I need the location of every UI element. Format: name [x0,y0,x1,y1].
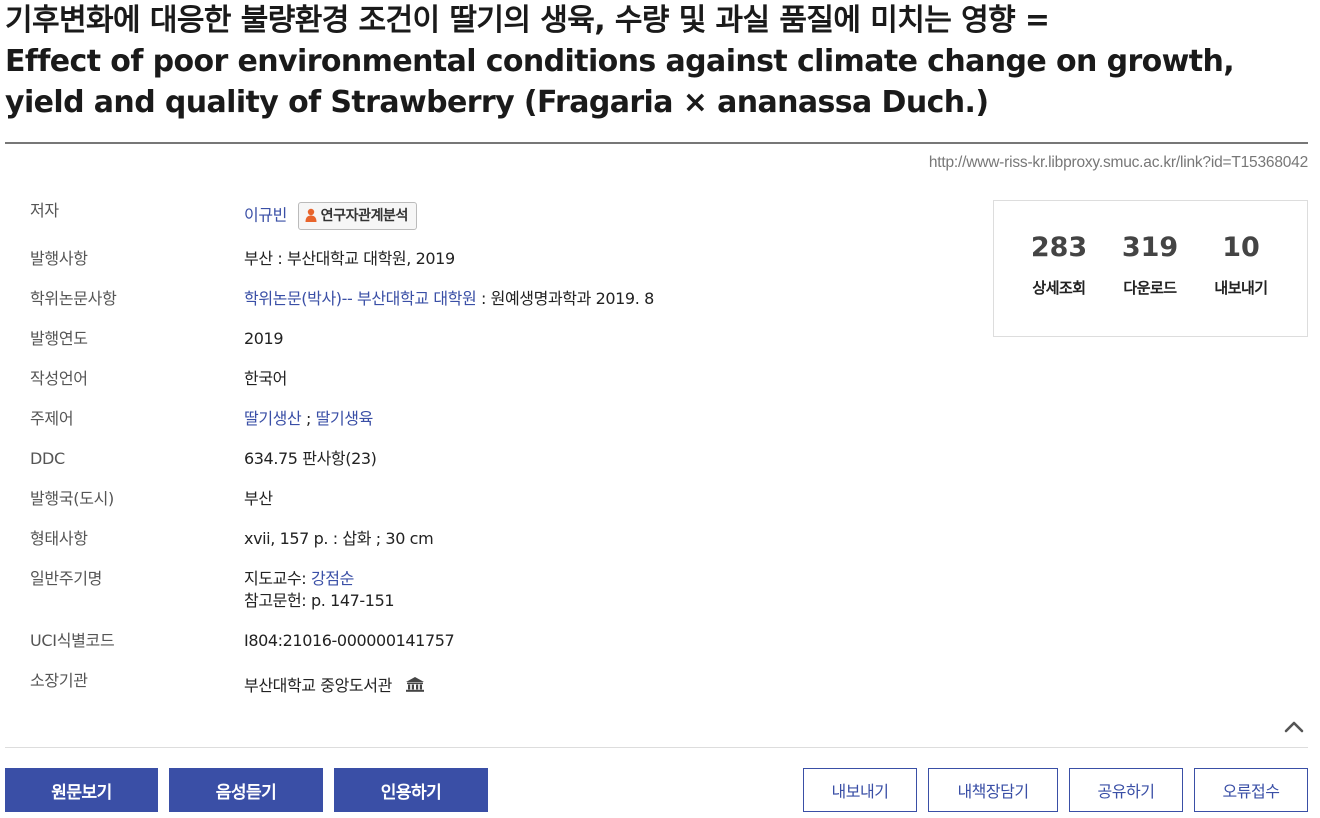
keyword-link[interactable]: 딸기생육 [316,409,374,428]
researcher-analysis-button[interactable]: 연구자관계분석 [297,202,418,230]
badge-label: 연구자관계분석 [320,208,409,224]
meta-label: DDC [30,449,65,468]
degree-link[interactable]: 학위논문(박사)-- 부산대학교 대학원 [244,289,477,308]
title-divider [5,142,1308,144]
page-title: 기후변화에 대응한 불량환경 조건이 딸기의 생육, 수량 및 과실 품질에 미… [5,0,1235,123]
keyword-link[interactable]: 딸기생산 [244,409,302,428]
add-to-bookshelf-button[interactable]: 내책장담기 [928,768,1058,812]
references-note: 참고문헌: p. 147-151 [244,591,395,610]
advisor-prefix: 지도교수: [244,569,311,588]
title-line-english-2: yield and quality of Strawberry (Fragari… [5,85,989,120]
meta-label: UCI식별코드 [30,631,115,650]
stat-downloads: 319 다운로드 [1104,231,1196,298]
meta-value: 부산 [244,489,273,508]
person-icon [305,208,317,222]
title-line-korean: 기후변화에 대응한 불량환경 조건이 딸기의 생육, 수량 및 과실 품질에 미… [5,3,1050,38]
library-building-icon[interactable] [405,676,425,692]
stat-value: 319 [1121,232,1179,263]
advisor-link[interactable]: 강점순 [311,569,354,588]
meta-value: 2019 [244,329,284,348]
meta-label: 소장기관 [30,671,88,690]
title-line-english-1: Effect of poor environmental conditions … [5,44,1235,79]
stat-label: 내보내기 [1214,279,1268,297]
stat-value: 283 [1030,232,1088,263]
stat-views: 283 상세조회 [1013,231,1105,298]
stat-label: 다운로드 [1123,279,1177,297]
cite-button[interactable]: 인용하기 [334,768,488,812]
stat-exports: 10 내보내기 [1195,231,1287,298]
actions-divider [5,747,1308,748]
report-error-button[interactable]: 오류접수 [1194,768,1308,812]
meta-label: 작성언어 [30,369,88,388]
meta-label: 형태사항 [30,529,88,548]
meta-value: I804:21016-000000141757 [244,631,455,650]
listen-button[interactable]: 음성듣기 [169,768,323,812]
permalink-url[interactable]: http://www-riss-kr.libproxy.smuc.ac.kr/l… [929,154,1308,172]
stat-value: 10 [1222,232,1260,263]
chevron-up-icon[interactable] [1283,716,1305,736]
share-button[interactable]: 공유하기 [1069,768,1183,812]
meta-value: 한국어 [244,369,287,388]
meta-value: xvii, 157 p. : 삽화 ; 30 cm [244,529,434,548]
meta-value: 634.75 판사항(23) [244,449,377,468]
export-button[interactable]: 내보내기 [803,768,917,812]
view-original-button[interactable]: 원문보기 [5,768,158,812]
meta-label: 주제어 [30,409,74,428]
usage-stats-box: 283 상세조회 319 다운로드 10 내보내기 [993,200,1308,337]
holding-library: 부산대학교 중앙도서관 [244,676,392,695]
degree-detail: : 원예생명과학과 2019. 8 [476,289,654,308]
meta-label: 일반주기명 [30,569,103,588]
meta-label: 저자 [30,201,59,220]
meta-label: 학위논문사항 [30,289,117,308]
meta-label: 발행국(도시) [30,489,114,508]
author-link[interactable]: 이규빈 [244,206,287,225]
stat-label: 상세조회 [1032,279,1086,297]
meta-label: 발행사항 [30,249,88,268]
meta-value: 부산 : 부산대학교 대학원, 2019 [244,249,455,268]
keyword-separator: ; [301,409,316,428]
meta-label: 발행연도 [30,329,88,348]
